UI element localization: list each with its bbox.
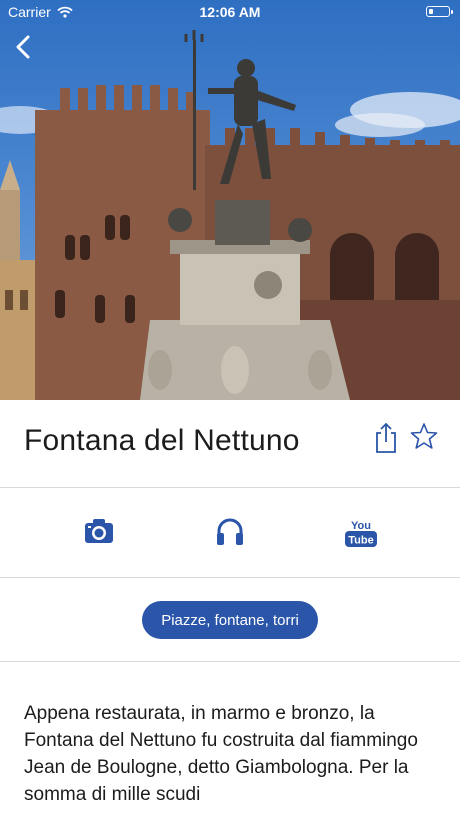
- camera-icon: [85, 519, 113, 543]
- description-text: Appena restaurata, in marmo e bronzo, la…: [24, 703, 418, 805]
- youtube-tube-text: Tube: [348, 535, 373, 547]
- category-row: Piazze, fontane, torri: [0, 578, 460, 662]
- youtube-button[interactable]: You Tube: [344, 518, 378, 553]
- media-row: You Tube: [0, 488, 460, 578]
- favorite-button[interactable]: [410, 422, 438, 450]
- back-button[interactable]: [10, 32, 38, 62]
- share-icon: [376, 422, 396, 453]
- photos-button[interactable]: [84, 516, 114, 551]
- headphones-icon: [217, 518, 243, 545]
- page-title: Fontana del Nettuno: [24, 424, 300, 457]
- star-icon: [410, 423, 438, 449]
- category-chip[interactable]: Piazze, fontane, torri: [142, 601, 318, 639]
- title-row: Fontana del Nettuno: [0, 400, 460, 488]
- share-button[interactable]: [372, 422, 400, 454]
- clock: 12:06 AM: [199, 4, 261, 20]
- status-bar: Carrier 12:06 AM: [0, 0, 460, 24]
- fountain-illustration: [0, 30, 460, 400]
- youtube-you-text: You: [351, 520, 371, 532]
- hero-photo: [0, 0, 460, 400]
- audio-guide-button[interactable]: [215, 516, 245, 551]
- battery-icon: [426, 6, 453, 17]
- youtube-icon: You Tube: [345, 520, 377, 547]
- back-chevron-icon: [16, 35, 30, 59]
